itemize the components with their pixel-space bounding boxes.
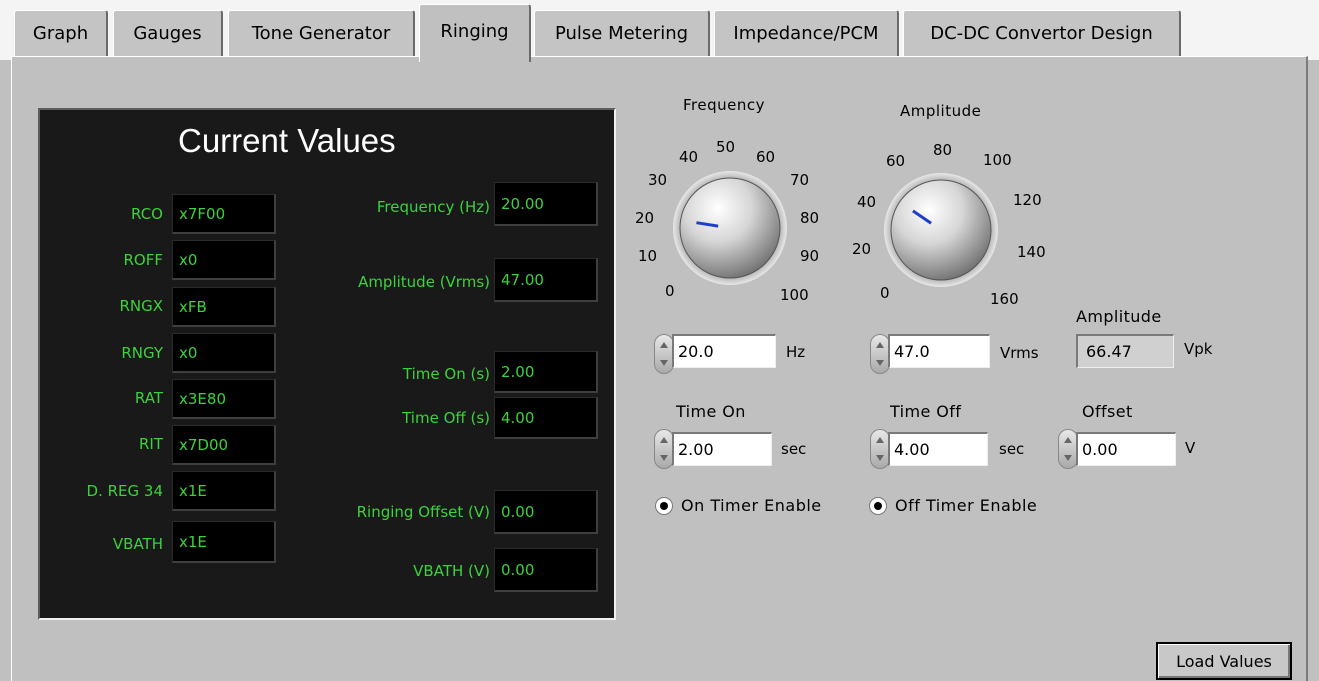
register-label-rit: RIT: [138, 435, 163, 453]
tab-ringing[interactable]: Ringing: [419, 4, 531, 62]
decrement-arrow-icon[interactable]: [1064, 455, 1072, 461]
time-off-unit: sec: [999, 440, 1025, 458]
offset-label: Offset: [1082, 402, 1133, 421]
amplitude-scale-40: 40: [857, 193, 877, 211]
amplitude-input[interactable]: 47.0: [888, 334, 990, 368]
offset-unit: V: [1185, 439, 1196, 457]
amplitude-knob-title: Amplitude: [900, 102, 982, 120]
register-label-vbath: VBATH: [112, 535, 163, 553]
tab-impedance-pcm[interactable]: Impedance/PCM: [714, 10, 899, 56]
frequency-scale-80: 80: [800, 209, 820, 227]
register-label-rat: RAT: [134, 389, 163, 407]
time-on-stepper[interactable]: [654, 429, 674, 469]
frequency-stepper[interactable]: [654, 334, 674, 374]
frequency-scale-90: 90: [800, 247, 820, 265]
amplitude-scale-100: 100: [983, 151, 1012, 169]
frequency-scale-10: 10: [638, 247, 658, 265]
readout-label-time-off: Time Off (s): [402, 409, 490, 427]
frequency-knob-dial: [679, 177, 781, 279]
amplitude-scale-160: 160: [990, 290, 1019, 308]
amplitude-unit: Vrms: [1000, 344, 1039, 362]
frequency-scale-20: 20: [635, 209, 655, 227]
off-timer-enable-label: Off Timer Enable: [895, 496, 1038, 515]
decrement-arrow-icon[interactable]: [876, 455, 884, 461]
amplitude-scale-140: 140: [1017, 243, 1046, 261]
time-off-input[interactable]: 4.00: [888, 432, 988, 466]
offset-stepper[interactable]: [1058, 429, 1078, 469]
register-label-rngy: RNGY: [121, 344, 163, 362]
increment-arrow-icon[interactable]: [876, 437, 884, 443]
frequency-scale-60: 60: [756, 148, 776, 166]
frequency-input[interactable]: 20.0: [672, 334, 776, 368]
amplitude-vpk-indicator: 66.47: [1076, 334, 1174, 368]
frequency-scale-30: 30: [648, 171, 668, 189]
frequency-unit: Hz: [786, 343, 806, 361]
register-value-roff: x0: [172, 240, 276, 280]
decrement-arrow-icon[interactable]: [660, 360, 668, 366]
increment-arrow-icon[interactable]: [660, 342, 668, 348]
amplitude-scale-60: 60: [886, 152, 906, 170]
amplitude-scale-20: 20: [852, 240, 872, 258]
register-value-rngx: xFB: [172, 287, 276, 327]
frequency-scale-100: 100: [780, 286, 809, 304]
frequency-knob[interactable]: [655, 160, 805, 300]
time-on-label: Time On: [676, 402, 746, 421]
register-value-d-reg-34: x1E: [172, 471, 276, 511]
amplitude-stepper[interactable]: [870, 334, 890, 374]
readout-value-time-off: 4.00: [494, 397, 598, 439]
frequency-scale-0: 0: [665, 282, 675, 300]
time-on-unit: sec: [781, 440, 807, 458]
increment-arrow-icon[interactable]: [660, 437, 668, 443]
readout-value-amplitude: 47.00: [494, 258, 598, 302]
frequency-scale-50: 50: [716, 138, 736, 156]
register-label-roff: ROFF: [123, 251, 164, 269]
amplitude-scale-120: 120: [1013, 191, 1042, 209]
offset-input[interactable]: 0.00: [1076, 432, 1176, 466]
register-label-rco: RCO: [131, 205, 163, 223]
on-timer-enable-toggle[interactable]: [655, 497, 673, 515]
decrement-arrow-icon[interactable]: [876, 360, 884, 366]
time-off-stepper[interactable]: [870, 429, 890, 469]
tab-dc-dc-convertor-design[interactable]: DC-DC Convertor Design: [903, 10, 1181, 56]
on-timer-enable-label: On Timer Enable: [681, 496, 822, 515]
register-value-vbath: x1E: [172, 521, 276, 563]
amplitude-scale-0: 0: [880, 284, 890, 302]
off-timer-enable-toggle[interactable]: [869, 497, 887, 515]
amplitude-scale-80: 80: [933, 141, 953, 159]
register-value-rco: x7F00: [172, 194, 276, 234]
readout-label-frequency: Frequency (Hz): [376, 198, 490, 216]
register-value-rat: x3E80: [172, 379, 276, 419]
register-value-rit: x7D00: [172, 425, 276, 465]
frequency-knob-title: Frequency: [683, 96, 765, 114]
readout-value-time-on: 2.00: [494, 351, 598, 393]
readout-label-time-on: Time On (s): [402, 365, 490, 383]
register-value-rngy: x0: [172, 333, 276, 373]
load-values-button[interactable]: Load Values: [1156, 642, 1292, 680]
readout-value-vbath: 0.00: [494, 548, 598, 592]
tab-pulse-metering[interactable]: Pulse Metering: [534, 10, 710, 56]
tab-graph[interactable]: Graph: [14, 10, 108, 56]
tab-tone-generator[interactable]: Tone Generator: [228, 10, 415, 56]
time-off-label: Time Off: [890, 402, 962, 421]
register-label-d-reg-34: D. REG 34: [86, 482, 163, 500]
amplitude-knob[interactable]: [866, 164, 1016, 304]
frequency-scale-70: 70: [790, 171, 810, 189]
increment-arrow-icon[interactable]: [1064, 437, 1072, 443]
readout-value-ringing-offset: 0.00: [494, 490, 598, 534]
tab-gauges[interactable]: Gauges: [113, 10, 223, 56]
frequency-scale-40: 40: [679, 148, 699, 166]
current-values-title: Current Values: [178, 122, 396, 159]
decrement-arrow-icon[interactable]: [660, 455, 668, 461]
increment-arrow-icon[interactable]: [876, 342, 884, 348]
tab-strip: Graph Gauges Tone Generator Ringing Puls…: [0, 0, 1319, 62]
readout-label-amplitude: Amplitude (Vrms): [358, 273, 490, 291]
readout-label-ringing-offset: Ringing Offset (V): [356, 503, 490, 521]
readout-label-vbath: VBATH (V): [413, 562, 490, 580]
readout-value-frequency: 20.00: [494, 182, 598, 226]
amplitude-knob-dial: [890, 179, 992, 281]
register-label-rngx: RNGX: [119, 297, 163, 315]
time-on-input[interactable]: 2.00: [672, 432, 772, 466]
amplitude-vpk-label: Amplitude: [1076, 307, 1162, 326]
amplitude-vpk-unit: Vpk: [1184, 340, 1213, 358]
